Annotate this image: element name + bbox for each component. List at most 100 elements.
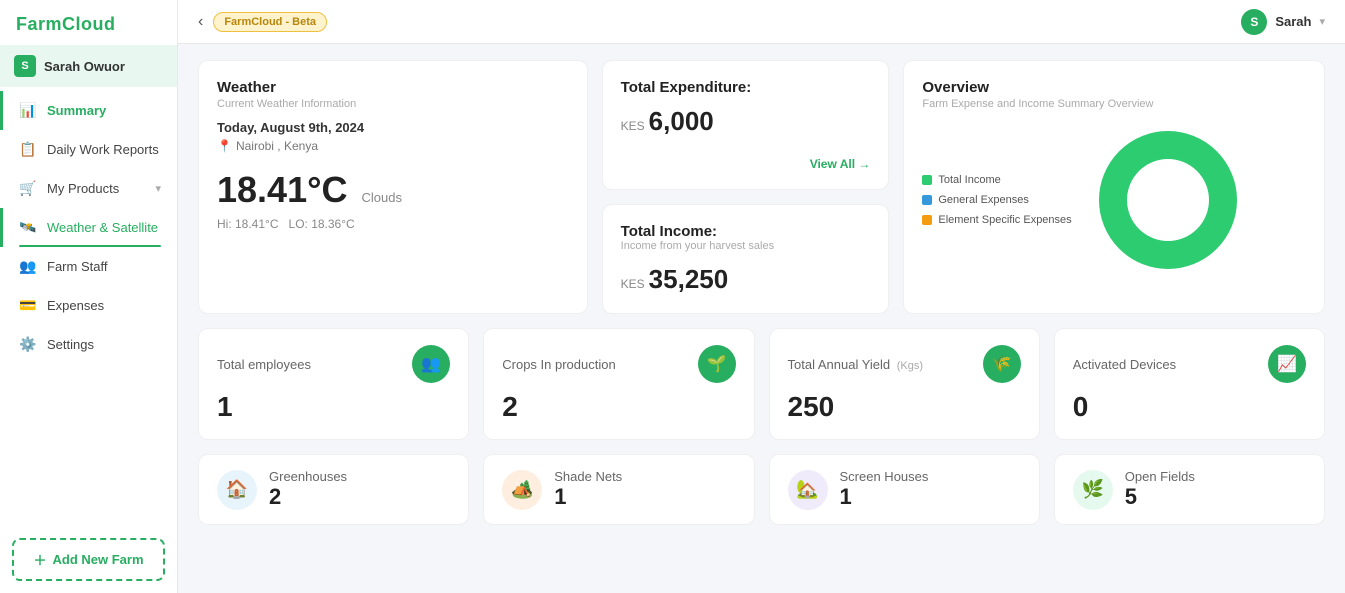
weather-hilo: Hi: 18.41°C LO: 18.36°C: [217, 217, 569, 231]
top-cards-row: Weather Current Weather Information Toda…: [198, 60, 1325, 314]
view-all-link[interactable]: View All →: [621, 157, 871, 171]
app-logo: FarmCloud: [0, 0, 177, 45]
sidebar-item-summary[interactable]: 📊 Summary: [0, 91, 177, 130]
facility-info-greenhouses: Greenhouses 2: [269, 469, 347, 510]
legend-dot-expenses: [922, 195, 932, 205]
facility-name-screen: Screen Houses: [840, 469, 929, 484]
facility-screen-houses: 🏡 Screen Houses 1: [769, 454, 1040, 525]
chart-legend: Total Income General Expenses Element Sp…: [922, 174, 1071, 226]
user-name: Sarah: [1275, 14, 1311, 29]
legend-general-expenses: General Expenses: [922, 194, 1071, 206]
user-avatar-sidebar: S: [14, 55, 36, 77]
facility-info-screen: Screen Houses 1: [840, 469, 929, 510]
add-farm-button[interactable]: ＋ Add New Farm: [12, 538, 165, 581]
facility-name-open: Open Fields: [1125, 469, 1195, 484]
topbar-left: ‹ FarmCloud - Beta: [198, 12, 327, 32]
sidebar-item-farm-staff[interactable]: 👥 Farm Staff: [0, 247, 177, 286]
facility-count-shade: 1: [554, 484, 622, 510]
income-card: Total Income: Income from your harvest s…: [602, 204, 890, 314]
overview-content: Total Income General Expenses Element Sp…: [922, 120, 1306, 280]
farm-staff-icon: 👥: [19, 258, 37, 275]
facility-count-screen: 1: [840, 484, 929, 510]
topbar-right: S Sarah ▾: [1241, 9, 1325, 35]
facility-shade-nets: 🏕️ Shade Nets 1: [483, 454, 754, 525]
stat-value-employees: 1: [217, 391, 450, 423]
stat-card-devices: Activated Devices 📈 0: [1054, 328, 1325, 440]
collapse-sidebar-button[interactable]: ‹: [198, 13, 203, 31]
expenses-icon: 💳: [19, 297, 37, 314]
sidebar-item-label: Daily Work Reports: [47, 142, 159, 157]
income-subtitle: Income from your harvest sales: [621, 240, 871, 252]
add-farm-label: Add New Farm: [53, 552, 144, 567]
overview-title: Overview: [922, 79, 1306, 96]
dashboard-content: Weather Current Weather Information Toda…: [178, 44, 1345, 593]
income-title: Total Income:: [621, 223, 871, 240]
sidebar-user[interactable]: S Sarah Owuor: [0, 45, 177, 87]
weather-subtitle: Current Weather Information: [217, 98, 569, 110]
weather-date: Today, August 9th, 2024: [217, 120, 569, 135]
sidebar-item-label: Settings: [47, 337, 94, 352]
facility-count-open: 5: [1125, 484, 1195, 510]
stat-title-devices: Activated Devices: [1073, 357, 1176, 372]
stat-header-devices: Activated Devices 📈: [1073, 345, 1306, 383]
products-icon: 🛒: [19, 180, 37, 197]
legend-label-expenses: General Expenses: [938, 194, 1029, 206]
donut-chart: [1088, 120, 1248, 280]
legend-dot-income: [922, 175, 932, 185]
sidebar-item-expenses[interactable]: 💳 Expenses: [0, 286, 177, 325]
stat-card-crops: Crops In production 🌱 2: [483, 328, 754, 440]
sidebar-item-weather-satellite[interactable]: 🛰️ Weather & Satellite: [0, 208, 177, 247]
overview-subtitle: Farm Expense and Income Summary Overview: [922, 98, 1306, 110]
expenditure-amount: 6,000: [649, 106, 714, 137]
location-pin-icon: 📍: [217, 139, 232, 153]
legend-element-expenses: Element Specific Expenses: [922, 214, 1071, 226]
summary-icon: 📊: [19, 102, 37, 119]
stats-row: Total employees 👥 1 Crops In production …: [198, 328, 1325, 440]
weather-description: Clouds: [361, 190, 401, 205]
facility-open-fields: 🌿 Open Fields 5: [1054, 454, 1325, 525]
sidebar-item-products[interactable]: 🛒 My Products ▾: [0, 169, 177, 208]
expenditure-currency: KES: [621, 119, 645, 133]
sidebar-item-label: Summary: [47, 103, 106, 118]
stat-icon-crops: 🌱: [698, 345, 736, 383]
legend-total-income: Total Income: [922, 174, 1071, 186]
income-currency: KES: [621, 277, 645, 291]
user-dropdown-icon[interactable]: ▾: [1319, 15, 1325, 28]
sidebar-item-label: My Products: [47, 181, 119, 196]
facility-info-shade: Shade Nets 1: [554, 469, 622, 510]
sidebar: FarmCloud S Sarah Owuor 📊 Summary 📋 Dail…: [0, 0, 178, 593]
weather-card: Weather Current Weather Information Toda…: [198, 60, 588, 314]
sidebar-item-settings[interactable]: ⚙️ Settings: [0, 325, 177, 364]
expenditure-card: Total Expenditure: KES 6,000 View All →: [602, 60, 890, 190]
stat-header-employees: Total employees 👥: [217, 345, 450, 383]
stat-title-crops: Crops In production: [502, 357, 615, 372]
settings-icon: ⚙️: [19, 336, 37, 353]
income-amount: 35,250: [649, 264, 729, 295]
stat-value-yield: 250: [788, 391, 1021, 423]
stat-value-devices: 0: [1073, 391, 1306, 423]
sidebar-item-label: Farm Staff: [47, 259, 107, 274]
screen-houses-icon: 🏡: [788, 470, 828, 510]
stat-icon-employees: 👥: [412, 345, 450, 383]
weather-location: 📍 Nairobi , Kenya: [217, 139, 569, 153]
stat-header-crops: Crops In production 🌱: [502, 345, 735, 383]
stat-icon-devices: 📈: [1268, 345, 1306, 383]
legend-label-income: Total Income: [938, 174, 1000, 186]
user-avatar: S: [1241, 9, 1267, 35]
plus-icon: ＋: [33, 550, 46, 569]
overview-card: Overview Farm Expense and Income Summary…: [903, 60, 1325, 314]
facility-info-open: Open Fields 5: [1125, 469, 1195, 510]
sidebar-item-label: Expenses: [47, 298, 104, 313]
legend-label-element: Element Specific Expenses: [938, 214, 1071, 226]
sidebar-username: Sarah Owuor: [44, 59, 125, 74]
facility-name-greenhouses: Greenhouses: [269, 469, 347, 484]
weather-satellite-icon: 🛰️: [19, 219, 37, 236]
stat-card-employees: Total employees 👥 1: [198, 328, 469, 440]
sidebar-item-daily-work-reports[interactable]: 📋 Daily Work Reports: [0, 130, 177, 169]
stat-title-employees: Total employees: [217, 357, 311, 372]
facility-name-shade: Shade Nets: [554, 469, 622, 484]
stat-value-crops: 2: [502, 391, 735, 423]
expenditure-income-column: Total Expenditure: KES 6,000 View All → …: [602, 60, 890, 314]
shade-nets-icon: 🏕️: [502, 470, 542, 510]
stat-card-yield: Total Annual Yield (Kgs) 🌾 250: [769, 328, 1040, 440]
